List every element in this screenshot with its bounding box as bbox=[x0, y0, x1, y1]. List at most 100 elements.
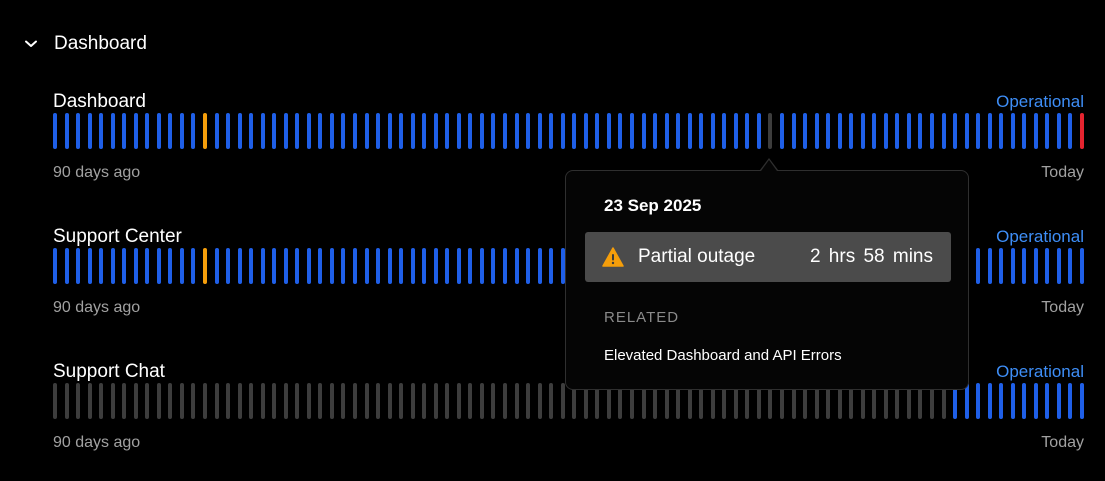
uptime-day-bar[interactable] bbox=[988, 248, 992, 284]
uptime-day-bar[interactable] bbox=[503, 383, 507, 419]
uptime-day-bar[interactable] bbox=[157, 248, 161, 284]
uptime-day-bar[interactable] bbox=[1022, 248, 1026, 284]
uptime-day-bar[interactable] bbox=[145, 113, 149, 149]
uptime-day-bar[interactable] bbox=[538, 248, 542, 284]
uptime-day-bar[interactable] bbox=[699, 113, 703, 149]
uptime-day-bar[interactable] bbox=[157, 383, 161, 419]
uptime-day-bar[interactable] bbox=[203, 248, 207, 284]
uptime-day-bar[interactable] bbox=[1011, 383, 1015, 419]
uptime-day-bar[interactable] bbox=[191, 248, 195, 284]
uptime-day-bar[interactable] bbox=[53, 248, 57, 284]
uptime-day-bar[interactable] bbox=[1011, 113, 1015, 149]
uptime-day-bar[interactable] bbox=[1022, 113, 1026, 149]
uptime-day-bar[interactable] bbox=[468, 113, 472, 149]
uptime-day-bar[interactable] bbox=[561, 383, 565, 419]
chevron-down-icon[interactable] bbox=[24, 37, 38, 51]
uptime-day-bar[interactable] bbox=[792, 113, 796, 149]
uptime-day-bar[interactable] bbox=[745, 113, 749, 149]
uptime-day-bar[interactable] bbox=[515, 113, 519, 149]
uptime-day-bar[interactable] bbox=[515, 383, 519, 419]
uptime-day-bar[interactable] bbox=[422, 248, 426, 284]
uptime-day-bar[interactable] bbox=[630, 113, 634, 149]
uptime-day-bar[interactable] bbox=[434, 383, 438, 419]
uptime-day-bar[interactable] bbox=[318, 383, 322, 419]
uptime-day-bar[interactable] bbox=[307, 383, 311, 419]
uptime-day-bar[interactable] bbox=[445, 383, 449, 419]
uptime-day-bar[interactable] bbox=[434, 248, 438, 284]
uptime-day-bar[interactable] bbox=[826, 113, 830, 149]
uptime-day-bar[interactable] bbox=[168, 383, 172, 419]
uptime-day-bar[interactable] bbox=[1022, 383, 1026, 419]
uptime-day-bar[interactable] bbox=[491, 248, 495, 284]
uptime-day-bar[interactable] bbox=[768, 113, 772, 149]
uptime-day-bar[interactable] bbox=[157, 113, 161, 149]
uptime-day-bar[interactable] bbox=[999, 383, 1003, 419]
uptime-day-bar[interactable] bbox=[1045, 248, 1049, 284]
uptime-day-bar[interactable] bbox=[457, 248, 461, 284]
uptime-day-bar[interactable] bbox=[99, 248, 103, 284]
uptime-day-bar[interactable] bbox=[145, 248, 149, 284]
uptime-day-bar[interactable] bbox=[111, 383, 115, 419]
uptime-day-bar[interactable] bbox=[538, 113, 542, 149]
uptime-day-bar[interactable] bbox=[907, 113, 911, 149]
uptime-day-bar[interactable] bbox=[249, 113, 253, 149]
uptime-day-bar[interactable] bbox=[353, 248, 357, 284]
component-status[interactable]: Operational bbox=[996, 91, 1084, 113]
uptime-day-bar[interactable] bbox=[238, 113, 242, 149]
uptime-day-bar[interactable] bbox=[168, 248, 172, 284]
uptime-day-bar[interactable] bbox=[468, 383, 472, 419]
uptime-day-bar[interactable] bbox=[191, 383, 195, 419]
uptime-day-bar[interactable] bbox=[642, 113, 646, 149]
uptime-day-bar[interactable] bbox=[780, 113, 784, 149]
uptime-day-bar[interactable] bbox=[168, 113, 172, 149]
uptime-day-bar[interactable] bbox=[803, 113, 807, 149]
uptime-day-bar[interactable] bbox=[307, 113, 311, 149]
uptime-day-bar[interactable] bbox=[411, 383, 415, 419]
uptime-day-bar[interactable] bbox=[134, 113, 138, 149]
uptime-day-bar[interactable] bbox=[399, 113, 403, 149]
uptime-day-bar[interactable] bbox=[318, 113, 322, 149]
uptime-day-bar[interactable] bbox=[65, 113, 69, 149]
uptime-day-bar[interactable] bbox=[88, 248, 92, 284]
uptime-day-bar[interactable] bbox=[988, 113, 992, 149]
uptime-day-bar[interactable] bbox=[688, 113, 692, 149]
uptime-day-bar[interactable] bbox=[76, 383, 80, 419]
uptime-day-bar[interactable] bbox=[503, 113, 507, 149]
uptime-day-bar[interactable] bbox=[618, 113, 622, 149]
uptime-day-bar[interactable] bbox=[111, 113, 115, 149]
uptime-day-bar[interactable] bbox=[376, 248, 380, 284]
component-status[interactable]: Operational bbox=[996, 226, 1084, 248]
uptime-day-bar[interactable] bbox=[918, 113, 922, 149]
uptime-day-bar[interactable] bbox=[1034, 383, 1038, 419]
uptime-day-bar[interactable] bbox=[999, 113, 1003, 149]
uptime-day-bar[interactable] bbox=[295, 248, 299, 284]
uptime-day-bar[interactable] bbox=[1034, 113, 1038, 149]
uptime-day-bar[interactable] bbox=[388, 113, 392, 149]
uptime-day-bar[interactable] bbox=[757, 113, 761, 149]
uptime-day-bar[interactable] bbox=[976, 113, 980, 149]
uptime-day-bar[interactable] bbox=[665, 113, 669, 149]
uptime-day-bar[interactable] bbox=[238, 383, 242, 419]
uptime-day-bar[interactable] bbox=[53, 383, 57, 419]
uptime-day-bar[interactable] bbox=[1057, 113, 1061, 149]
uptime-day-bar[interactable] bbox=[838, 113, 842, 149]
uptime-day-bar[interactable] bbox=[595, 113, 599, 149]
uptime-day-bar[interactable] bbox=[861, 113, 865, 149]
uptime-day-bar[interactable] bbox=[422, 113, 426, 149]
uptime-day-bar[interactable] bbox=[295, 383, 299, 419]
uptime-day-bar[interactable] bbox=[53, 113, 57, 149]
uptime-day-bar[interactable] bbox=[1080, 113, 1084, 149]
uptime-day-bar[interactable] bbox=[503, 248, 507, 284]
uptime-day-bar[interactable] bbox=[491, 113, 495, 149]
uptime-day-bar[interactable] bbox=[226, 113, 230, 149]
uptime-day-bar[interactable] bbox=[676, 113, 680, 149]
uptime-day-bar[interactable] bbox=[1068, 383, 1072, 419]
uptime-day-bar[interactable] bbox=[872, 113, 876, 149]
uptime-day-bar[interactable] bbox=[815, 113, 819, 149]
uptime-day-bar[interactable] bbox=[122, 383, 126, 419]
uptime-day-bar[interactable] bbox=[988, 383, 992, 419]
uptime-day-bar[interactable] bbox=[468, 248, 472, 284]
uptime-day-bar[interactable] bbox=[538, 383, 542, 419]
uptime-day-bar[interactable] bbox=[653, 113, 657, 149]
uptime-day-bar[interactable] bbox=[238, 248, 242, 284]
